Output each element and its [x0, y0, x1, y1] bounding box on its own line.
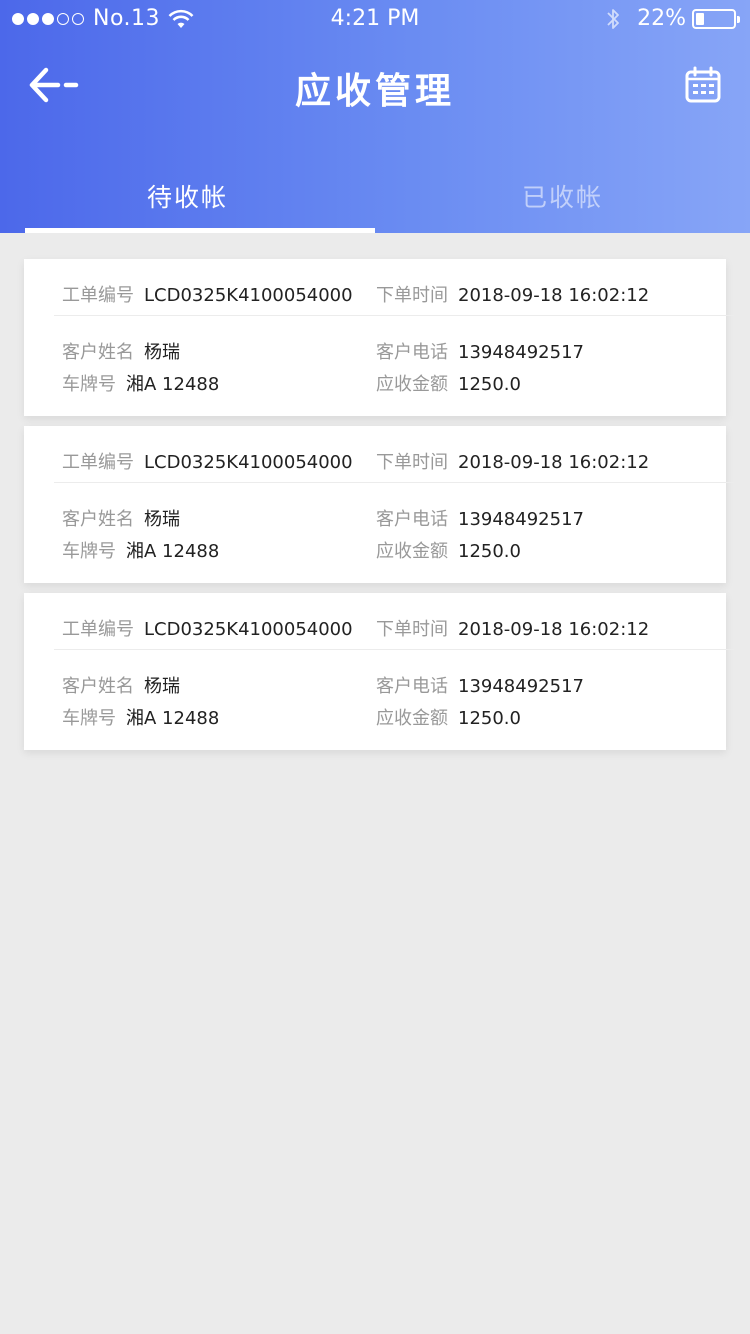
plate-label: 车牌号	[62, 708, 116, 729]
amount-field: 应收金额 1250.0	[376, 704, 521, 730]
customer-phone-label: 客户电话	[376, 342, 448, 363]
tab-pending[interactable]: 待收帐	[0, 178, 375, 233]
amount-field: 应收金额 1250.0	[376, 537, 521, 563]
receivable-card[interactable]: 工单编号 LCD0325K4100054000 下单时间 2018-09-18 16…	[24, 426, 734, 583]
status-bar: No.13 4:21 PM 22%	[0, 0, 750, 40]
order-time-value: 2018-09-18 16:02:12	[458, 619, 650, 640]
plate-value: 湘A 12488	[126, 708, 220, 729]
customer-name-field: 客户姓名 杨瑞	[62, 505, 180, 531]
order-time-label: 下单时间	[376, 452, 448, 473]
tab-bar: 待收帐 已收帐	[0, 178, 750, 233]
header: No.13 4:21 PM 22% 应收管理 待收帐 已收帐	[0, 0, 750, 233]
customer-name-value: 杨瑞	[144, 509, 180, 530]
amount-label: 应收金额	[376, 374, 448, 395]
calendar-button[interactable]	[684, 66, 722, 104]
tab-active-indicator	[25, 228, 375, 233]
amount-value: 1250.0	[458, 374, 521, 395]
card-divider	[54, 315, 734, 316]
card-divider	[54, 649, 734, 650]
plate-field: 车牌号 湘A 12488	[62, 537, 219, 563]
customer-phone-label: 客户电话	[376, 676, 448, 697]
customer-name-label: 客户姓名	[62, 676, 134, 697]
tab-received[interactable]: 已收帐	[375, 178, 750, 233]
customer-phone-value: 13948492517	[458, 342, 584, 363]
customer-phone-value: 13948492517	[458, 676, 584, 697]
calendar-icon	[685, 66, 721, 103]
plate-label: 车牌号	[62, 374, 116, 395]
customer-name-value: 杨瑞	[144, 342, 180, 363]
order-no-field: 工单编号 LCD0325K4100054000	[62, 615, 353, 641]
plate-value: 湘A 12488	[126, 541, 220, 562]
order-time-field: 下单时间 2018-09-18 16:02:12	[376, 448, 649, 474]
receivable-card[interactable]: 工单编号 LCD0325K4100054000 下单时间 2018-09-18 16…	[24, 593, 734, 750]
plate-value: 湘A 12488	[126, 374, 220, 395]
battery-percent: 22%	[637, 6, 686, 31]
amount-value: 1250.0	[458, 708, 521, 729]
order-no-label: 工单编号	[62, 285, 134, 306]
order-no-label: 工单编号	[62, 619, 134, 640]
plate-label: 车牌号	[62, 541, 116, 562]
order-time-label: 下单时间	[376, 619, 448, 640]
order-no-field: 工单编号 LCD0325K4100054000	[62, 281, 353, 307]
customer-name-field: 客户姓名 杨瑞	[62, 672, 180, 698]
amount-value: 1250.0	[458, 541, 521, 562]
tab-label: 待收帐	[146, 183, 228, 212]
amount-label: 应收金额	[376, 708, 448, 729]
battery-level	[696, 12, 704, 25]
plate-field: 车牌号 湘A 12488	[62, 370, 219, 396]
order-time-field: 下单时间 2018-09-18 16:02:12	[376, 615, 649, 641]
order-time-field: 下单时间 2018-09-18 16:02:12	[376, 281, 649, 307]
customer-phone-field: 客户电话 13948492517	[376, 505, 584, 531]
order-time-value: 2018-09-18 16:02:12	[458, 285, 650, 306]
customer-phone-value: 13948492517	[458, 509, 584, 530]
amount-label: 应收金额	[376, 541, 448, 562]
customer-name-label: 客户姓名	[62, 342, 134, 363]
customer-name-label: 客户姓名	[62, 509, 134, 530]
status-right: 22%	[605, 6, 740, 31]
amount-field: 应收金额 1250.0	[376, 370, 521, 396]
order-no-value: LCD0325K4100054000	[144, 452, 353, 473]
order-no-value: LCD0325K4100054000	[144, 619, 353, 640]
order-time-label: 下单时间	[376, 285, 448, 306]
battery-icon	[692, 8, 740, 29]
card-divider	[54, 482, 734, 483]
customer-phone-label: 客户电话	[376, 509, 448, 530]
page-title: 应收管理	[294, 71, 455, 112]
customer-name-value: 杨瑞	[144, 676, 180, 697]
bluetooth-icon	[607, 8, 619, 29]
customer-phone-field: 客户电话 13948492517	[376, 672, 584, 698]
order-no-value: LCD0325K4100054000	[144, 285, 353, 306]
receivable-card[interactable]: 工单编号 LCD0325K4100054000 下单时间 2018-09-18 16…	[24, 259, 734, 416]
order-time-value: 2018-09-18 16:02:12	[458, 452, 650, 473]
order-no-field: 工单编号 LCD0325K4100054000	[62, 448, 353, 474]
customer-phone-field: 客户电话 13948492517	[376, 338, 584, 364]
customer-name-field: 客户姓名 杨瑞	[62, 338, 180, 364]
receivable-list: 工单编号 LCD0325K4100054000 下单时间 2018-09-18 16…	[24, 259, 734, 760]
plate-field: 车牌号 湘A 12488	[62, 704, 219, 730]
battery-tip	[737, 15, 740, 23]
tab-label: 已收帐	[521, 183, 603, 212]
order-no-label: 工单编号	[62, 452, 134, 473]
